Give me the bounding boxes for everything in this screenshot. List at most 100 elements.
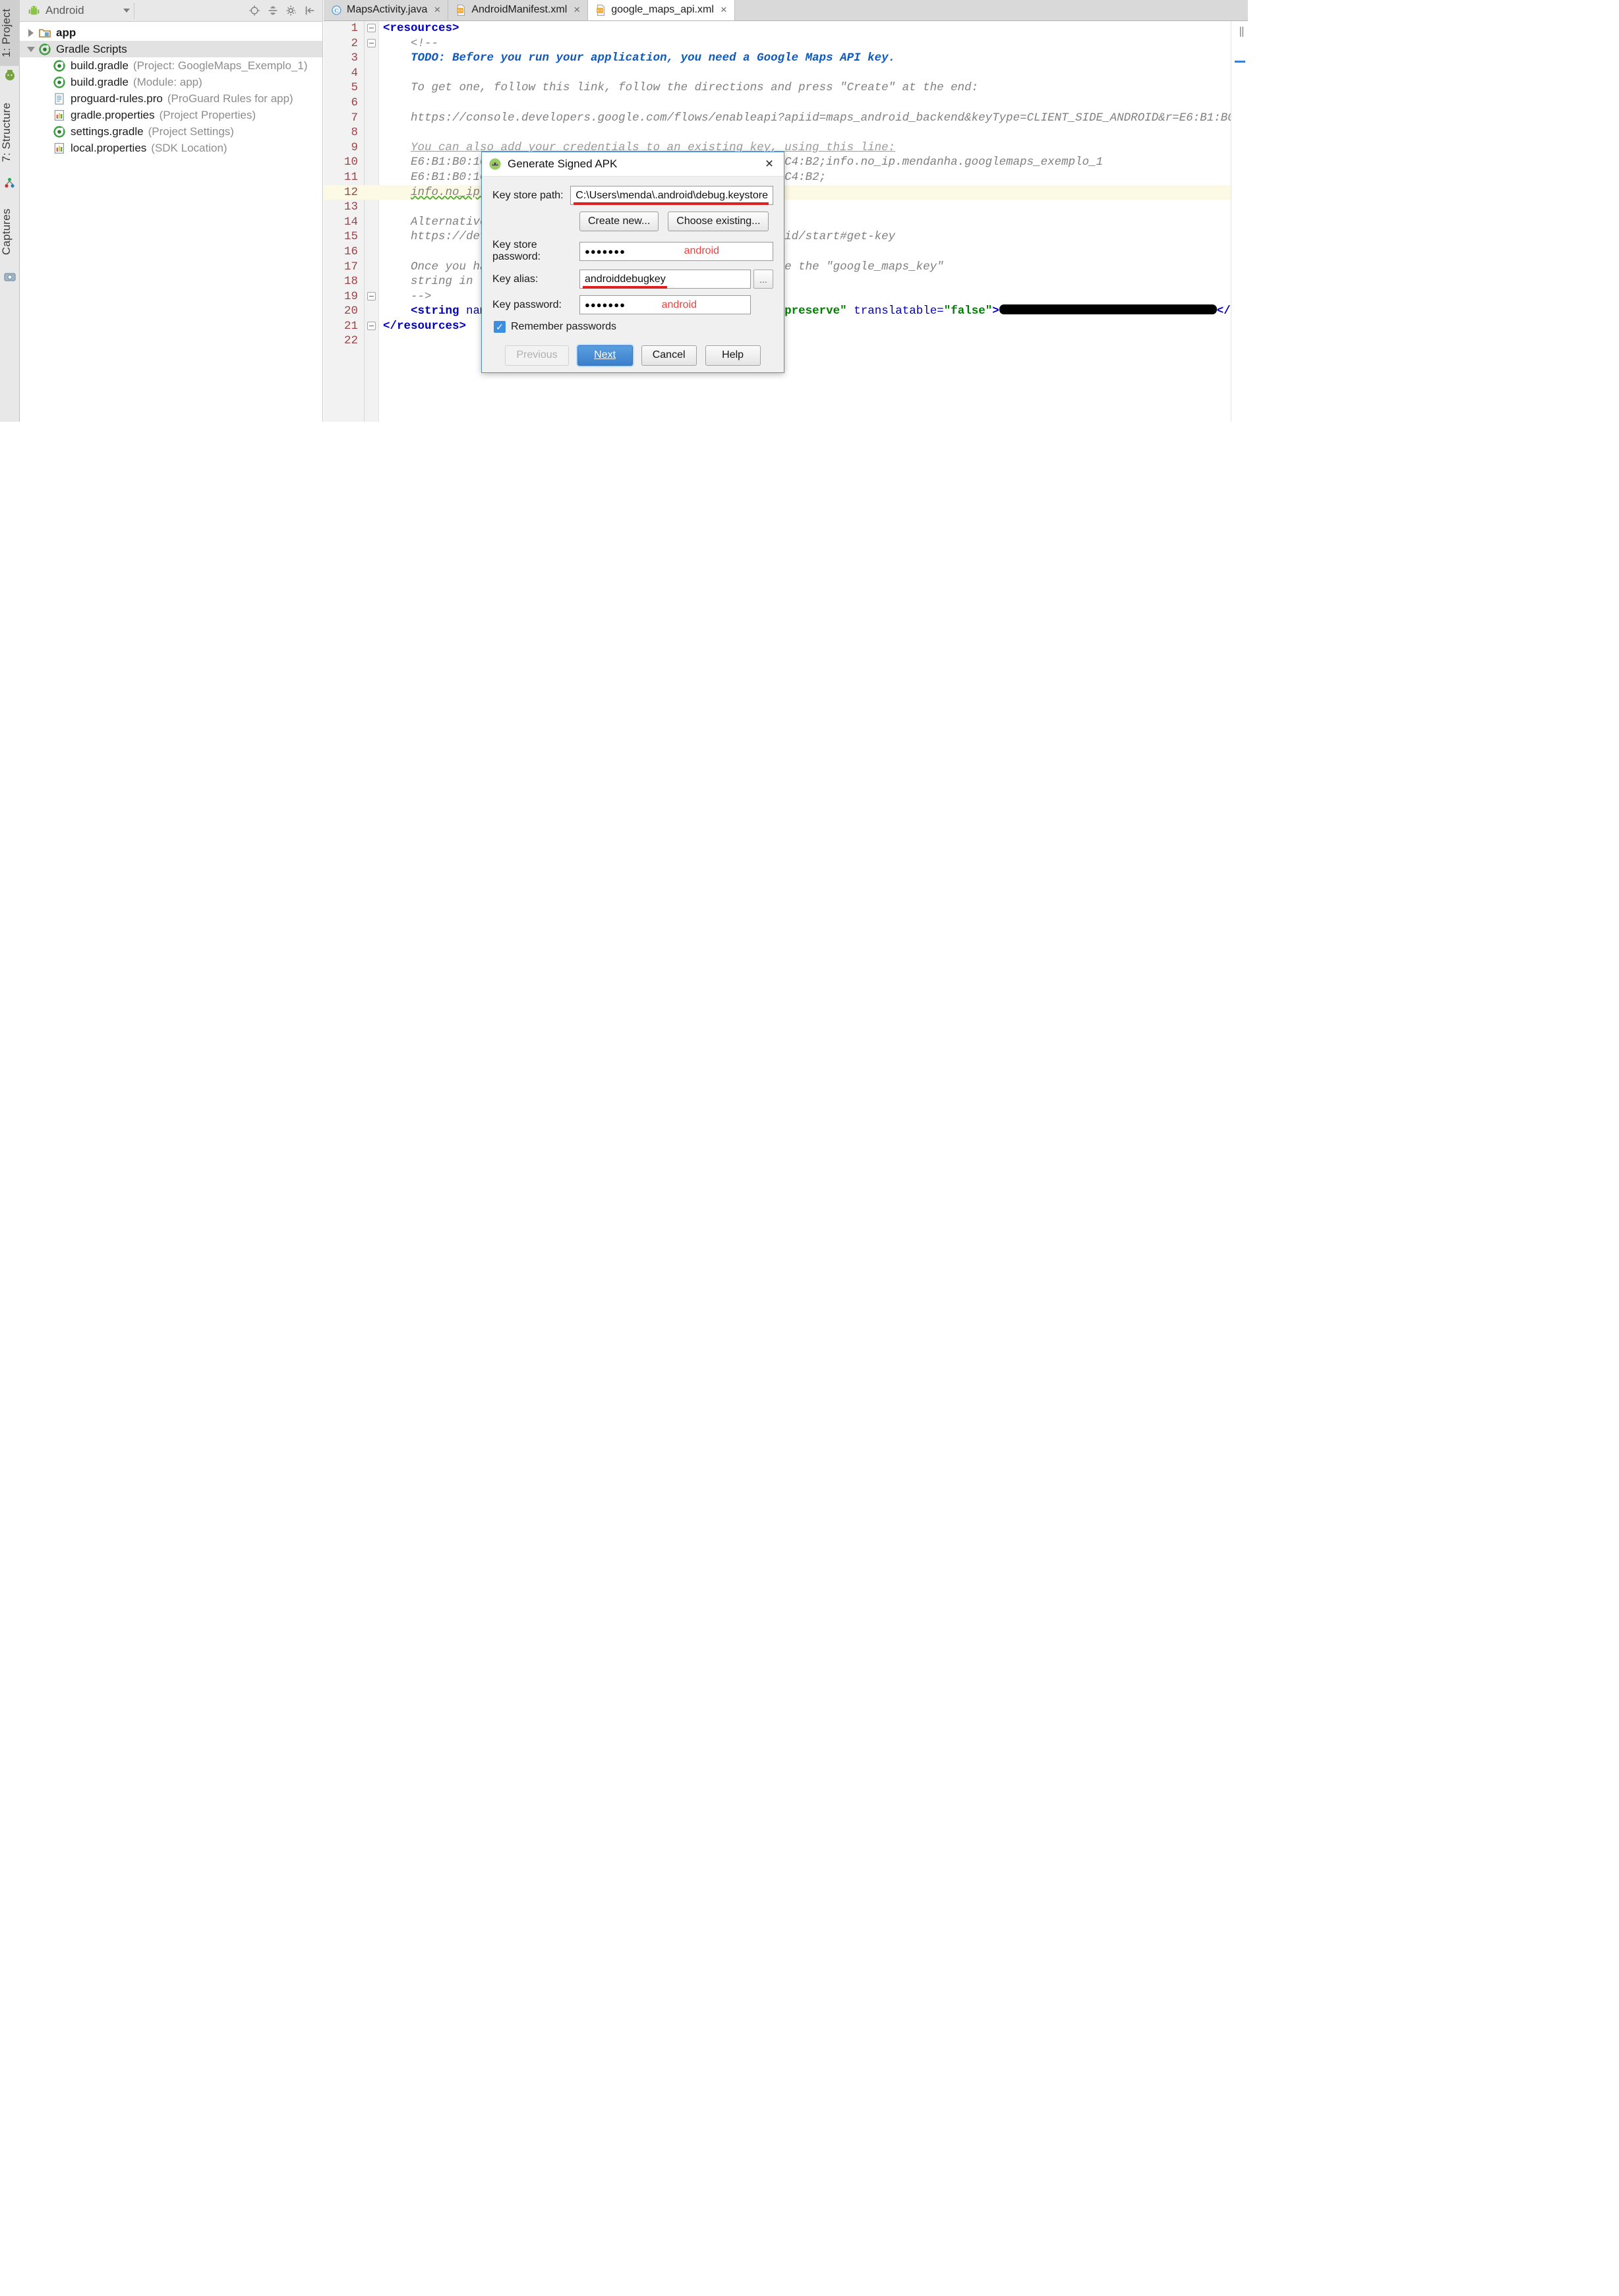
code-line[interactable]: 15 https://developers.google.com/maps/do… (324, 229, 1248, 244)
close-icon[interactable]: × (721, 3, 727, 16)
code-line[interactable]: 20 <string name="google_maps_key" templa… (324, 304, 1248, 319)
project-tree[interactable]: app Gradle Scripts build.gradle (Project: G… (20, 22, 322, 422)
code-line[interactable]: 11 E6:B1:B0:1C:8D:89:7D:0C:65:2C:2E:5D:2… (324, 170, 1248, 185)
code-line[interactable]: 16 (324, 244, 1248, 260)
tree-item-local-properties[interactable]: local.properties (SDK Location) (20, 140, 322, 156)
code-line[interactable]: 17 Once you have your key (it starts wit… (324, 260, 1248, 275)
dialog-title-bar: Generate Signed APK × (482, 152, 784, 177)
tool-button-captures[interactable]: Captures (0, 198, 20, 266)
tree-expand-toggle[interactable] (24, 28, 38, 37)
line-number: 11 (343, 170, 358, 184)
code-line[interactable]: 6 (324, 96, 1248, 111)
code-editor[interactable]: 1 <resources> 2 <!-- 3 TODO: Before you run… (324, 21, 1248, 422)
code-line[interactable]: 14 Alternatively, follow the directions … (324, 215, 1248, 230)
cancel-button[interactable]: Cancel (641, 345, 697, 366)
code-line[interactable]: 12 info.no_ip.mendanha.googlemaps_exempl… (324, 185, 1248, 200)
chevron-right-icon (28, 28, 34, 37)
next-button[interactable]: Next (577, 345, 633, 366)
tree-item-label: Gradle Scripts (56, 42, 127, 55)
previous-button[interactable]: Previous (505, 345, 569, 366)
line-number: 17 (343, 260, 358, 273)
code-line-text: <!-- (411, 36, 439, 50)
code-line[interactable]: 19 --> (324, 289, 1248, 304)
key-alias-input[interactable]: androiddebugkey (579, 270, 751, 289)
remember-passwords-checkbox[interactable]: ✓ (494, 321, 506, 333)
key-password-input[interactable]: ●●●●●●● android (579, 295, 751, 314)
code-line[interactable]: 18 string in this file. (324, 274, 1248, 289)
tree-item-build-gradle[interactable]: build.gradle (Module: app) (20, 74, 322, 90)
close-icon[interactable]: × (758, 154, 780, 174)
close-icon[interactable]: × (574, 3, 580, 16)
dialog-footer: Previous Next Cancel Help (482, 338, 784, 372)
inspection-status-icon: ‖ (1238, 26, 1245, 38)
tree-item-gradle-scripts[interactable]: Gradle Scripts (20, 41, 322, 57)
line-number: 5 (351, 81, 358, 95)
code-line[interactable]: 1 <resources> (324, 21, 1248, 36)
code-line[interactable]: 3 TODO: Before you run your application,… (324, 51, 1248, 66)
settings-gear-icon[interactable] (285, 5, 297, 16)
code-line[interactable]: 5 To get one, follow this link, follow t… (324, 80, 1248, 96)
tool-button-project[interactable]: 1: Project (0, 0, 20, 66)
code-line[interactable]: 21 </resources> (324, 319, 1248, 334)
line-number: 16 (343, 244, 358, 258)
key-password-value: ●●●●●●● (585, 300, 626, 310)
keystore-path-input[interactable]: C:\Users\menda\.android\debug.keystore (570, 186, 773, 205)
code-line[interactable]: 9 You can also add your credentials to a… (324, 140, 1248, 156)
code-line[interactable]: 22 (324, 333, 1248, 349)
tool-button-structure[interactable]: 7: Structure (0, 92, 20, 173)
svg-text:C: C (335, 7, 339, 13)
code-content[interactable]: 1 <resources> 2 <!-- 3 TODO: Before you run… (324, 21, 1248, 422)
xml-file-icon: <> (457, 4, 465, 16)
project-toolbar: Android (20, 0, 322, 22)
tree-item-detail: (Module: app) (132, 75, 202, 88)
project-view-selector[interactable]: Android (24, 2, 134, 19)
fold-toggle-icon[interactable] (367, 291, 376, 301)
help-button[interactable]: Help (705, 345, 761, 366)
code-line[interactable]: 4 (324, 66, 1248, 81)
tree-item-settings-gradle[interactable]: settings.gradle (Project Settings) (20, 123, 322, 140)
line-number: 3 (351, 51, 358, 65)
line-number: 12 (343, 185, 358, 199)
tree-item-app[interactable]: app (20, 24, 322, 41)
fold-toggle-icon[interactable] (367, 321, 376, 330)
properties-file-icon (54, 142, 65, 154)
editor-tab-bar[interactable]: C MapsActivity.java × <> AndroidManifest.xml… (324, 0, 1248, 21)
remember-passwords-row[interactable]: ✓ Remember passwords (494, 321, 773, 333)
editor-tab-mapsactivity-java[interactable]: C MapsActivity.java × (324, 0, 449, 20)
key-alias-browse-button[interactable]: ... (753, 270, 773, 289)
structure-icon (5, 177, 15, 188)
hide-panel-icon[interactable] (304, 5, 316, 16)
tree-collapse-toggle[interactable] (24, 46, 38, 52)
text-file-icon (55, 92, 64, 105)
marker-stripe[interactable] (1235, 61, 1245, 63)
code-line[interactable]: 8 (324, 125, 1248, 140)
keystore-password-row: Key store password: ●●●●●●● android (492, 239, 773, 263)
create-new-button[interactable]: Create new... (579, 212, 659, 231)
tree-item-build-gradle[interactable]: build.gradle (Project: GoogleMaps_Exemplo… (20, 57, 322, 74)
tree-item-detail: (Project Settings) (148, 125, 234, 138)
keystore-password-input[interactable]: ●●●●●●● android (579, 241, 773, 261)
line-number: 10 (343, 156, 358, 169)
choose-existing-button[interactable]: Choose existing... (668, 212, 769, 231)
code-line-text: <resources> (383, 22, 459, 35)
editor-tab-google-maps-api-xml[interactable]: <> google_maps_api.xml × (588, 0, 735, 20)
gradle-icon (39, 43, 51, 55)
keystore-path-value: C:\Users\menda\.android\debug.keystore (575, 189, 768, 201)
code-line[interactable]: 13 (324, 200, 1248, 215)
code-line[interactable]: 2 <!-- (324, 36, 1248, 51)
editor-marker-bar[interactable]: ‖ (1231, 21, 1248, 422)
tree-item-proguard-rules-pro[interactable]: proguard-rules.pro (ProGuard Rules for ap… (20, 90, 322, 107)
target-icon[interactable] (249, 5, 260, 16)
code-line[interactable]: 10 E6:B1:B0:1C:8D:89:7D:0C:65:2C:2E:5D:2… (324, 155, 1248, 170)
line-number: 13 (343, 200, 358, 214)
tree-item-label: build.gradle (71, 59, 129, 72)
collapse-all-icon[interactable] (267, 5, 279, 16)
code-line[interactable]: 7 https://console.developers.google.com/… (324, 111, 1248, 126)
generate-signed-apk-dialog[interactable]: Generate Signed APK × Key store path: C:… (481, 152, 784, 373)
close-icon[interactable]: × (434, 3, 440, 16)
editor-tab-androidmanifest-xml[interactable]: <> AndroidManifest.xml × (448, 0, 589, 20)
tree-item-gradle-properties[interactable]: gradle.properties (Project Properties) (20, 107, 322, 123)
fold-toggle-icon[interactable] (367, 38, 376, 47)
fold-toggle-icon[interactable] (367, 24, 376, 32)
key-password-label: Key password: (492, 299, 562, 310)
